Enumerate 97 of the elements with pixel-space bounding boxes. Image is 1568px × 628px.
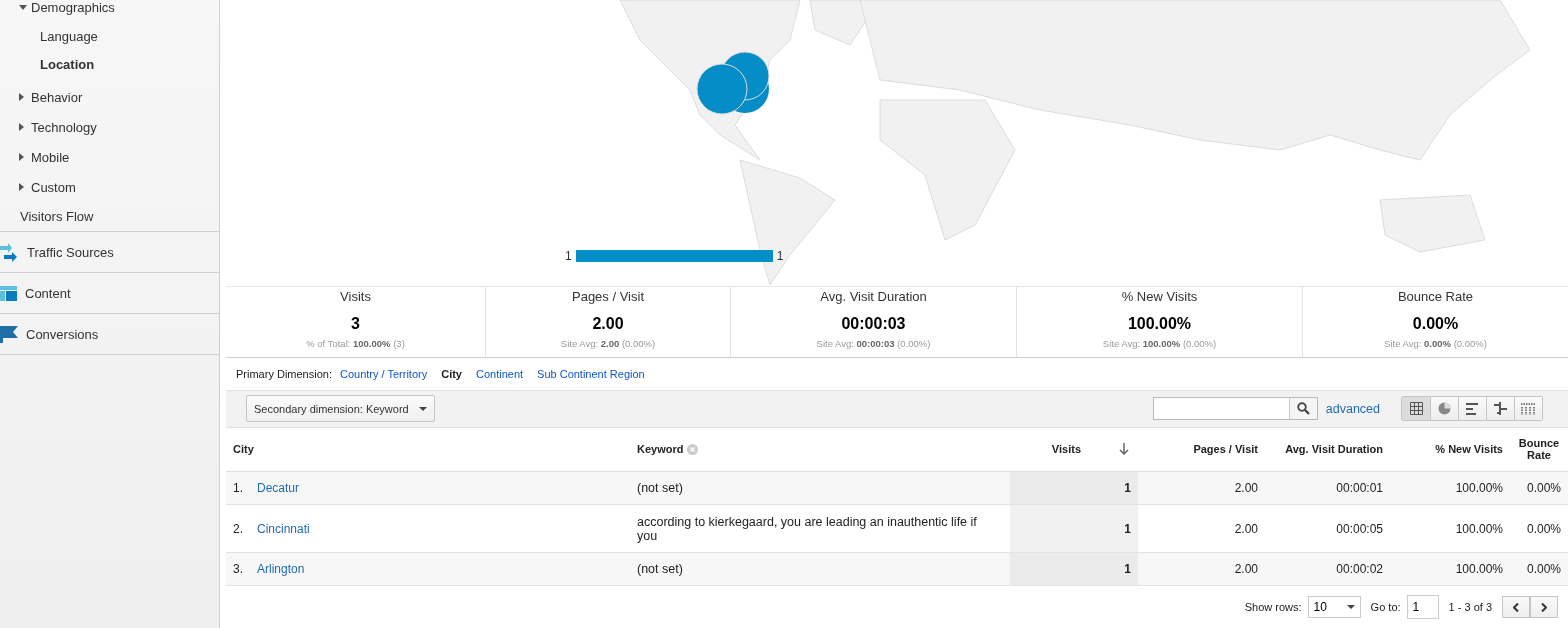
column-header[interactable]: City [233,443,254,456]
table-cell: 00:00:02 [1265,552,1390,586]
table-cell: 100.00% [1390,504,1510,553]
sidebar-item[interactable]: Demographics [31,0,115,15]
layout-icon [0,285,17,301]
table-cell: 00:00:05 [1265,504,1390,553]
row-number: 3. [233,562,243,577]
sort-down-arrow-icon[interactable] [1119,443,1129,456]
view-button[interactable] [1514,397,1542,421]
column-header[interactable]: Avg. Visit Duration [1285,443,1383,456]
scorecard-note: Site Avg: 100.00% (0.00%) [1102,338,1217,349]
search-icon [1296,402,1310,416]
pie-chart-icon [1438,402,1451,416]
scorecard-note: % of Total: 100.00% (3) [306,338,405,349]
view-switcher[interactable] [1401,396,1543,422]
column-header[interactable]: Keyword [637,443,684,456]
column-header[interactable]: Visits [1051,443,1081,456]
view-button[interactable] [1430,397,1458,421]
view-button[interactable] [1402,397,1430,421]
sidebar-item[interactable]: Behavior [31,89,83,105]
legend-max-label: 1 [776,249,784,263]
expand-arrow-icon[interactable] [19,153,24,161]
table-cell: 0.00% [1510,552,1568,586]
sidebar-item[interactable]: Technology [31,119,97,135]
expand-arrow-icon[interactable] [19,123,24,131]
sidebar-section[interactable]: Conversions [26,326,99,342]
sidebar-item[interactable]: Custom [31,179,76,195]
table-cell: 1 [1010,471,1138,505]
row-number: 1. [233,481,243,496]
secondary-dimension-dropdown[interactable]: Secondary dimension: Keyword [246,395,435,423]
previous-page-button[interactable] [1502,596,1530,619]
scorecard-value: 2.00 [592,315,624,333]
go-to-input[interactable]: 1 [1406,595,1439,620]
dimension-tab[interactable]: Continent [475,367,524,380]
legend-min-label: 1 [565,249,572,263]
go-to-label: Go to: [1370,601,1401,614]
scorecard-note: Site Avg: 2.00 (0.00%) [560,338,656,349]
column-header[interactable]: % New Visits [1435,443,1503,456]
grid-icon [1409,402,1423,416]
scorecard-title: Visits [340,289,371,304]
scorecard-title: Bounce Rate [1397,289,1474,304]
rows-select[interactable]: 10 [1307,596,1361,619]
table-cell: 0.00% [1510,504,1568,553]
scorecard-value: 100.00% [1127,315,1192,333]
advanced-link[interactable]: advanced [1325,401,1380,416]
scorecard-value: 00:00:03 [841,315,906,333]
sidebar-item[interactable]: Visitors Flow [20,208,94,224]
table-cell: 2.00 [1138,471,1265,505]
scorecard-note: Site Avg: 0.00% (0.00%) [1384,338,1487,349]
bar-chart-icon [1466,402,1479,415]
flag-icon [0,325,18,343]
city-link[interactable]: Arlington [257,562,305,577]
dimension-tab[interactable]: Country / Territory [339,367,428,380]
scorecard-title: Pages / Visit [572,289,644,304]
arrows-icon [0,242,19,262]
expand-arrow-icon[interactable] [19,183,24,191]
sidebar-section[interactable]: Traffic Sources [27,244,114,260]
table-cell: 00:00:01 [1265,471,1390,505]
scorecard-value: 0.00% [1412,315,1459,333]
column-header[interactable]: Pages / Visit [1193,443,1258,456]
table-cell: 1 [1010,504,1138,553]
scorecard-value: 3 [351,315,360,333]
column-header[interactable]: Bounce Rate [1517,437,1561,462]
table-cell: 100.00% [1390,552,1510,586]
show-rows-label: Show rows: [1244,601,1302,614]
table-cell: (not set) [630,471,1010,505]
search-button[interactable] [1288,398,1317,420]
city-link[interactable]: Decatur [257,481,300,496]
table-cell: 1 [1010,552,1138,586]
scorecard-note: Site Avg: 00:00:03 (0.00%) [816,338,931,349]
chevron-left-icon [1513,602,1519,612]
dimension-tab[interactable]: City [441,367,462,380]
collapse-arrow-icon[interactable] [19,4,27,10]
row-number: 2. [233,521,243,536]
view-button[interactable] [1486,397,1514,421]
table-cell: (not set) [630,552,1010,586]
pivot-icon [1521,402,1536,415]
table-cell: 2.00 [1138,504,1265,553]
scorecard-title: Avg. Visit Duration [820,289,927,304]
table-cell: 0.00% [1510,471,1568,505]
table-cell: 2.00 [1138,552,1265,586]
sidebar-section[interactable]: Content [25,285,71,301]
comparison-icon [1494,402,1507,416]
sidebar-item[interactable]: Mobile [31,149,70,165]
sidebar-item[interactable]: Language [40,28,98,44]
view-button[interactable] [1458,397,1486,421]
dimension-tab[interactable]: Sub Continent Region [537,367,645,380]
search-field[interactable] [1152,397,1318,421]
expand-arrow-icon[interactable] [19,93,24,101]
city-link[interactable]: Cincinnati [257,521,310,536]
next-page-button[interactable] [1530,596,1558,619]
page-range: 1 - 3 of 3 [1448,601,1492,614]
primary-dimension-label: Primary Dimension: [236,367,332,380]
chevron-right-icon [1541,602,1547,612]
table-cell: 100.00% [1390,471,1510,505]
scorecard-title: % New Visits [1121,289,1198,304]
sidebar-item[interactable]: Location [40,56,95,72]
